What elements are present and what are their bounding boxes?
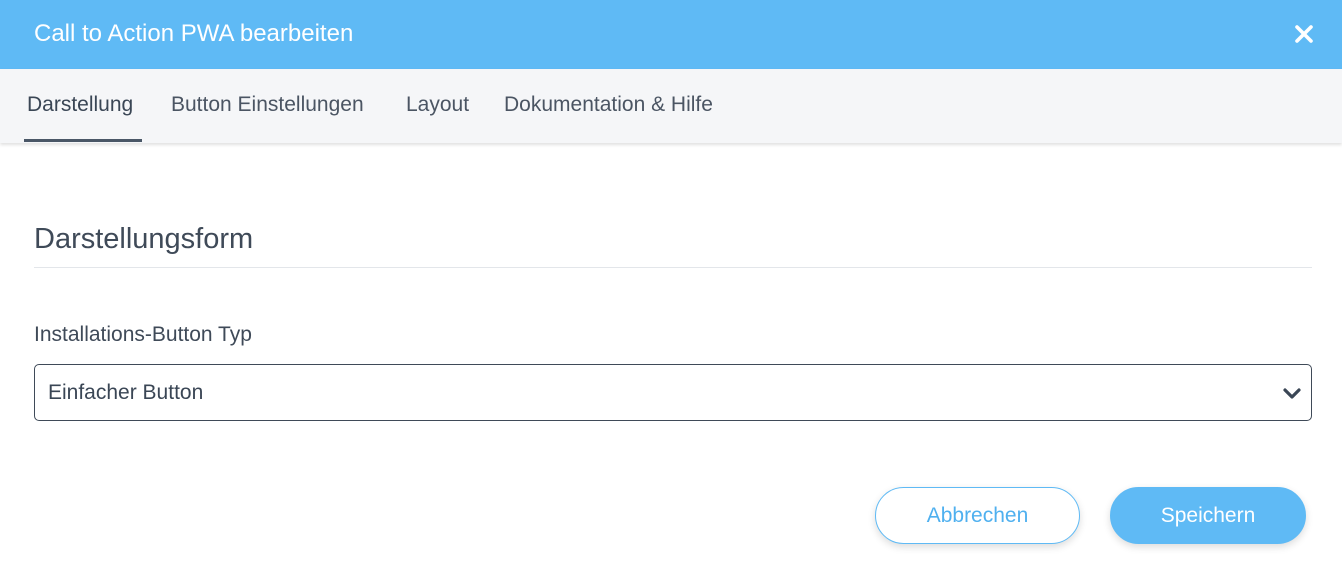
cancel-button[interactable]: Abbrechen [875, 487, 1080, 544]
button-type-label: Installations-Button Typ [34, 323, 252, 346]
save-button[interactable]: Speichern [1110, 487, 1306, 544]
dialog-title: Call to Action PWA bearbeiten [34, 20, 354, 47]
tab-bar: Darstellung Button Einstellungen Layout … [0, 69, 1342, 143]
button-type-select[interactable]: Einfacher Button [34, 364, 1312, 421]
tab-dokumentation-hilfe[interactable]: Dokumentation & Hilfe [504, 69, 713, 143]
section-title: Darstellungsform [34, 223, 254, 255]
button-type-selected-value: Einfacher Button [48, 381, 204, 404]
close-icon [1295, 25, 1313, 43]
tab-button-einstellungen[interactable]: Button Einstellungen [171, 69, 364, 143]
edit-dialog: Call to Action PWA bearbeiten Darstellun… [0, 0, 1342, 578]
close-button[interactable] [1288, 18, 1320, 50]
active-tab-indicator [24, 139, 142, 142]
section-divider [34, 267, 1312, 268]
tab-darstellung[interactable]: Darstellung [27, 69, 133, 143]
tab-layout[interactable]: Layout [406, 69, 469, 143]
chevron-down-icon [1282, 384, 1302, 404]
dialog-header: Call to Action PWA bearbeiten [0, 0, 1342, 69]
